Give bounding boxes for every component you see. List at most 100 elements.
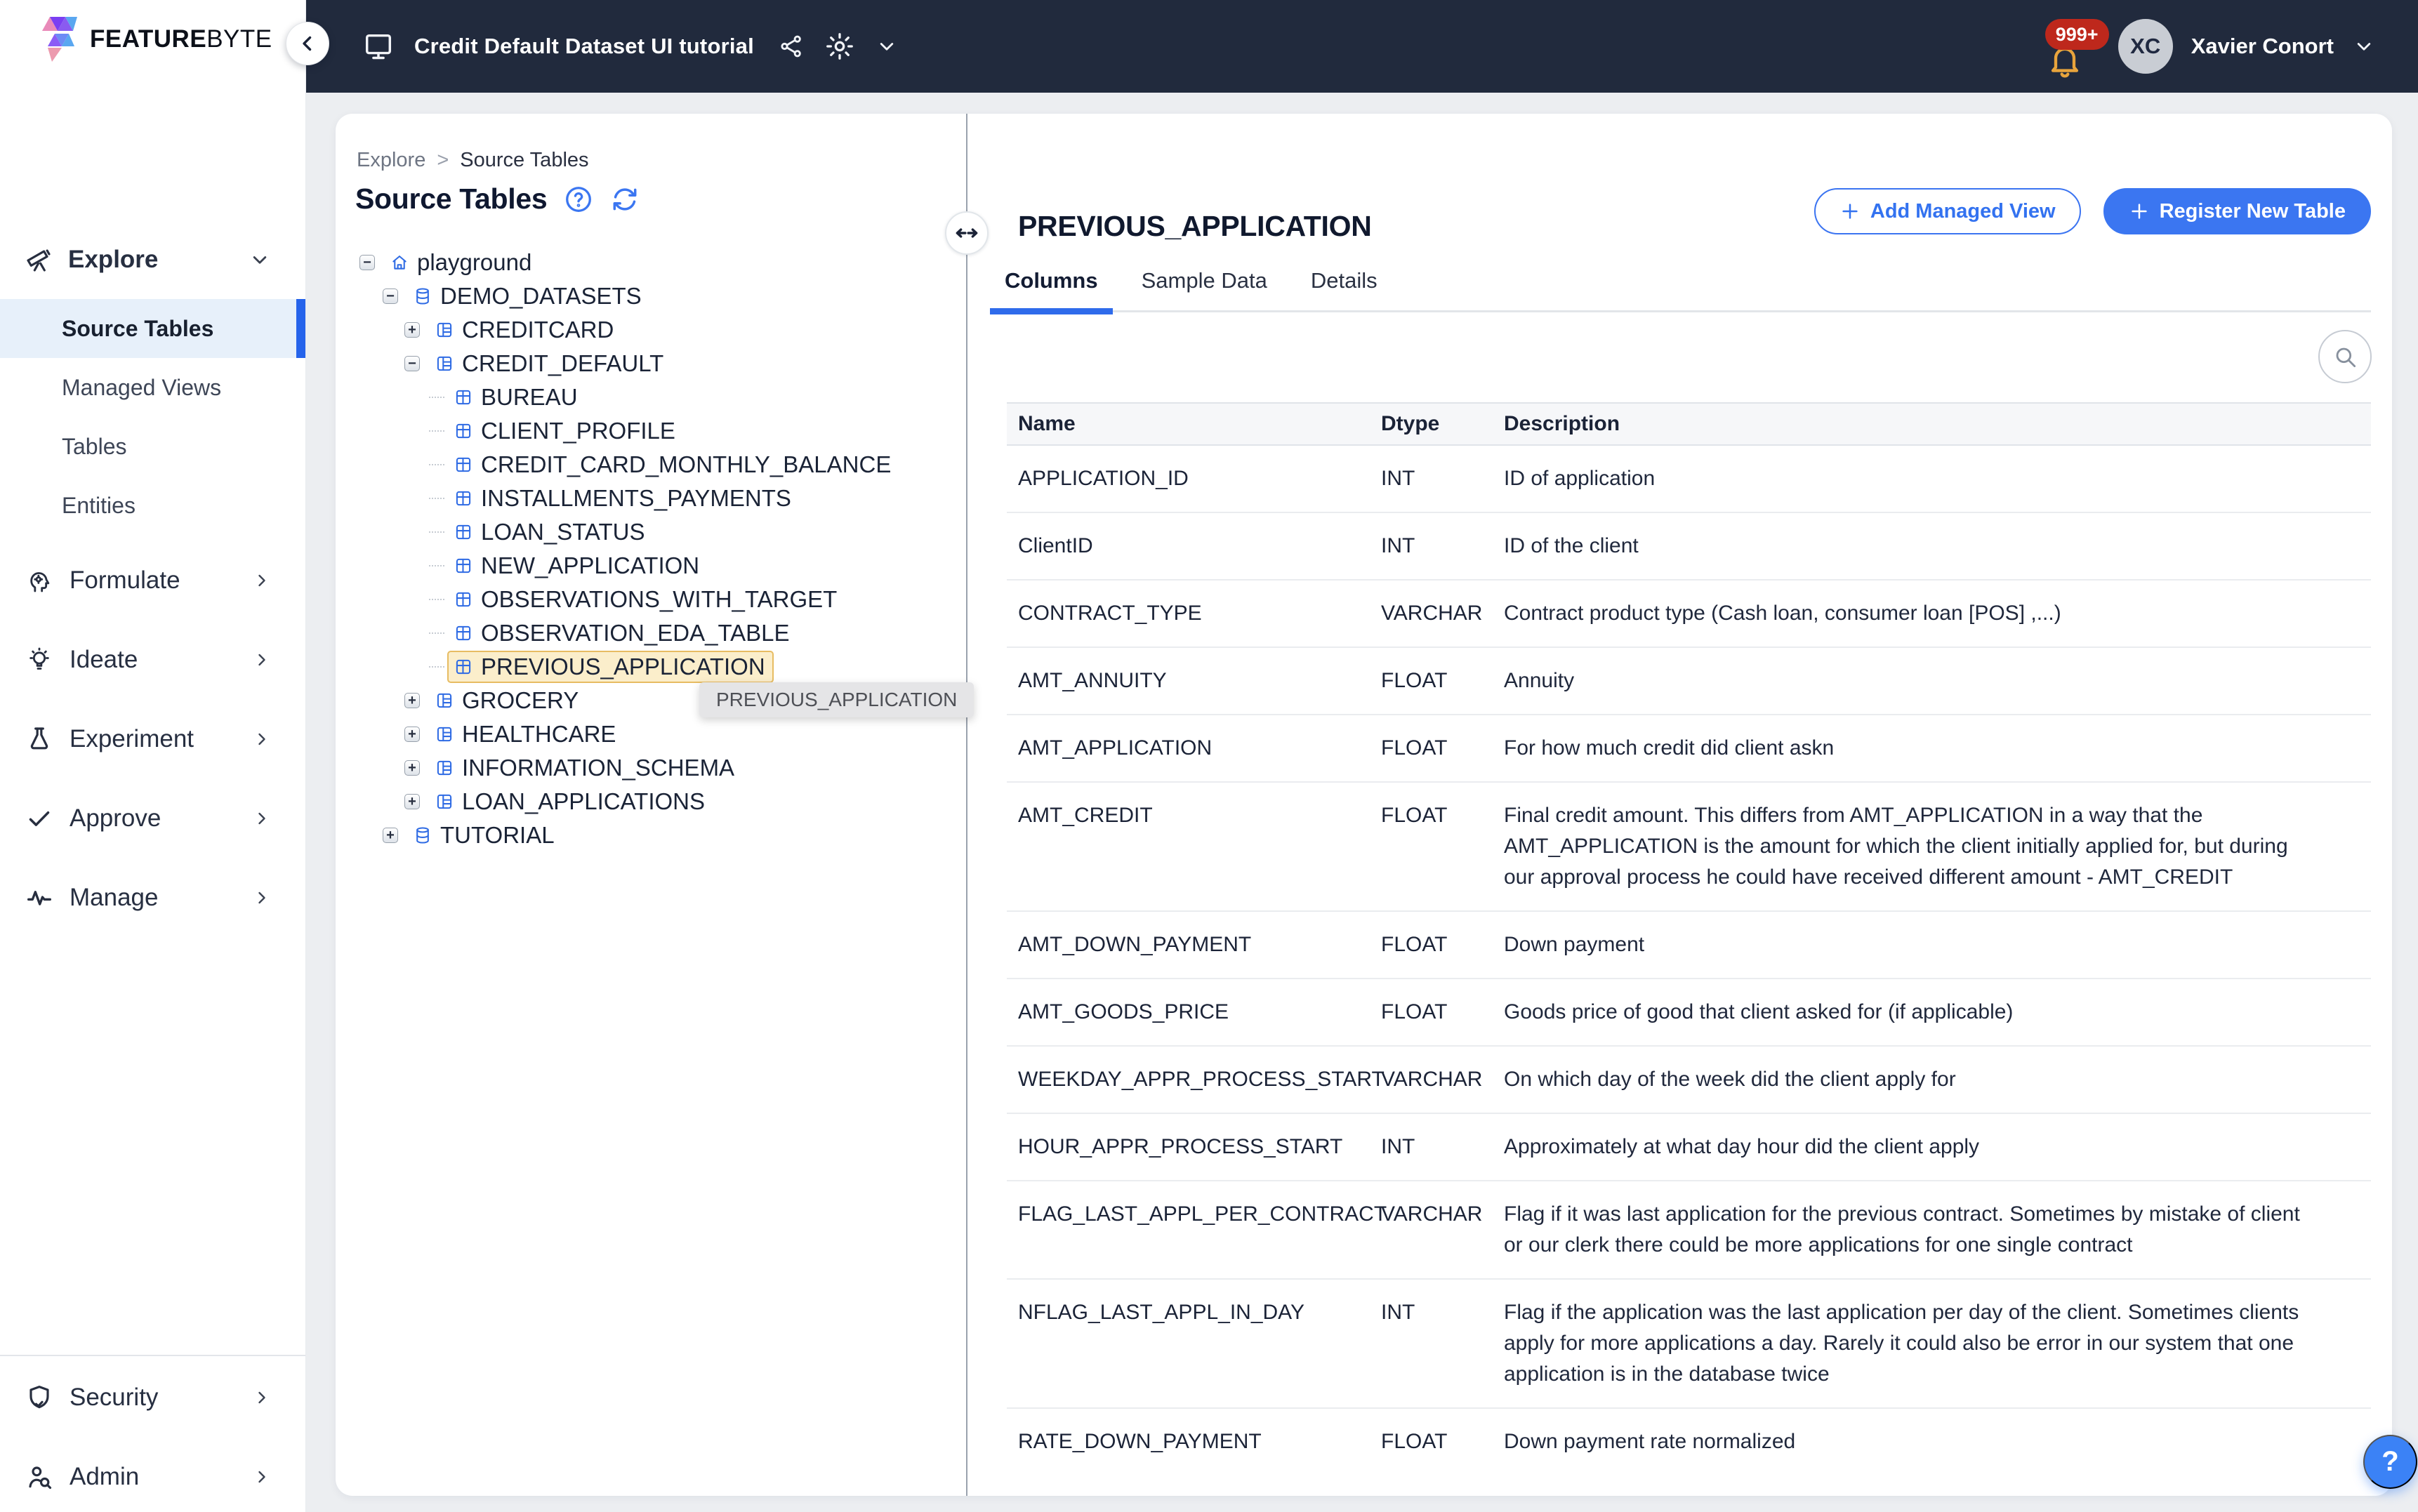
tree-node-creditcard[interactable]: + CREDITCARD bbox=[357, 313, 960, 347]
chevron-down-icon[interactable] bbox=[875, 34, 899, 58]
tab-sample-data[interactable]: Sample Data bbox=[1127, 264, 1282, 298]
tree-expander-plus[interactable]: + bbox=[404, 727, 420, 742]
tree-node-demo_datasets[interactable]: − DEMO_DATASETS bbox=[357, 279, 960, 313]
sidebar-item-source-tables[interactable]: Source Tables bbox=[0, 299, 305, 358]
refresh-icon[interactable] bbox=[610, 185, 640, 214]
cell-name: CONTRACT_TYPE bbox=[1018, 598, 1381, 629]
cell-dtype: INT bbox=[1381, 463, 1504, 494]
tree-node-new_application[interactable]: NEW_APPLICATION bbox=[357, 549, 960, 583]
cell-name: ClientID bbox=[1018, 531, 1381, 562]
sidebar-item-explore[interactable]: Explore bbox=[0, 236, 305, 284]
search-button[interactable] bbox=[2318, 330, 2372, 383]
tree-node-client_profile[interactable]: CLIENT_PROFILE bbox=[357, 414, 960, 448]
tree-node-previous_application[interactable]: PREVIOUS_APPLICATION bbox=[357, 650, 960, 684]
project-icon bbox=[390, 253, 409, 272]
cell-dtype: FLOAT bbox=[1381, 929, 1504, 960]
tree-node-credit_card_monthly_balance[interactable]: CREDIT_CARD_MONTHLY_BALANCE bbox=[357, 448, 960, 482]
table-row: AMT_ANNUITY FLOAT Annuity bbox=[1007, 648, 2371, 715]
avatar[interactable]: XC bbox=[2118, 19, 2173, 74]
tab-details[interactable]: Details bbox=[1296, 264, 1392, 298]
sidebar-item-formulate[interactable]: Formulate bbox=[0, 541, 305, 620]
sidebar-item-manage[interactable]: Manage bbox=[0, 858, 305, 937]
tree-node-information_schema[interactable]: + INFORMATION_SCHEMA bbox=[357, 751, 960, 785]
schema-icon bbox=[435, 354, 454, 373]
sidebar-item-approve[interactable]: Approve bbox=[0, 778, 305, 858]
tree-node-content: TUTORIAL bbox=[407, 819, 563, 851]
table-row: ClientID INT ID of the client bbox=[1007, 513, 2371, 581]
add-managed-view-button[interactable]: Add Managed View bbox=[1814, 188, 2081, 234]
tree-expander-plus[interactable]: + bbox=[404, 693, 420, 708]
notifications[interactable]: 999+ bbox=[2044, 15, 2100, 78]
breadcrumb-explore[interactable]: Explore bbox=[357, 149, 425, 172]
sidebar-item-managed-views[interactable]: Managed Views bbox=[0, 358, 305, 417]
tree-expander-plus[interactable]: + bbox=[404, 760, 420, 776]
table-row: WEEKDAY_APPR_PROCESS_START VARCHAR On wh… bbox=[1007, 1047, 2371, 1114]
register-new-table-button[interactable]: Register New Table bbox=[2103, 188, 2371, 234]
tree-node-bureau[interactable]: BUREAU bbox=[357, 380, 960, 414]
tree-node-observation_eda_table[interactable]: OBSERVATION_EDA_TABLE bbox=[357, 616, 960, 650]
panel-resize-handle[interactable] bbox=[945, 211, 989, 255]
user-menu-chevron-icon[interactable] bbox=[2352, 34, 2376, 58]
tree-node-content: INFORMATION_SCHEMA bbox=[428, 752, 743, 784]
sidebar-item-admin[interactable]: Admin bbox=[0, 1437, 305, 1512]
tree-node-label: PREVIOUS_APPLICATION bbox=[481, 654, 765, 680]
help-fab-button[interactable]: ? bbox=[2363, 1435, 2417, 1489]
breadcrumb-source-tables[interactable]: Source Tables bbox=[460, 149, 588, 172]
cell-description: Down payment bbox=[1504, 929, 2371, 960]
cell-name: AMT_APPLICATION bbox=[1018, 733, 1381, 764]
cell-description: Flag if it was last application for the … bbox=[1504, 1199, 2371, 1261]
cell-description: Flag if the application was the last app… bbox=[1504, 1297, 2371, 1390]
app-root: Credit Default Dataset UI tutorial 999+ … bbox=[0, 0, 2418, 1512]
sidebar-item-experiment[interactable]: Experiment bbox=[0, 699, 305, 778]
sidebar-item-ideate[interactable]: Ideate bbox=[0, 620, 305, 699]
sidebar-collapse-button[interactable] bbox=[286, 22, 329, 65]
database-icon bbox=[414, 287, 432, 305]
tree-connector bbox=[429, 531, 444, 533]
sidebar-item-tables[interactable]: Tables bbox=[0, 417, 305, 476]
help-circle-icon[interactable] bbox=[564, 185, 593, 214]
tree-node-loan_status[interactable]: LOAN_STATUS bbox=[357, 515, 960, 549]
tree-expander-plus[interactable]: + bbox=[404, 794, 420, 809]
tree-expander-plus[interactable]: + bbox=[404, 322, 420, 338]
tree-node-loan_applications[interactable]: + LOAN_APPLICATIONS bbox=[357, 785, 960, 818]
cell-name: AMT_GOODS_PRICE bbox=[1018, 997, 1381, 1028]
table-header-row: NameDtypeDescription bbox=[1007, 402, 2371, 446]
cell-description: For how much credit did client askn bbox=[1504, 733, 2371, 764]
tree-node-playground[interactable]: − playground bbox=[357, 246, 960, 279]
chevron-right-icon bbox=[252, 650, 272, 670]
user-name[interactable]: Xavier Conort bbox=[2191, 34, 2334, 59]
head-gear-icon bbox=[25, 566, 54, 595]
tree-node-tutorial[interactable]: + TUTORIAL bbox=[357, 818, 960, 852]
tree-panel-title: Source Tables bbox=[355, 183, 547, 215]
tree-node-content: CREDIT_DEFAULT bbox=[428, 347, 672, 380]
table-row: CONTRACT_TYPE VARCHAR Contract product t… bbox=[1007, 581, 2371, 648]
table-row: AMT_CREDIT FLOAT Final credit amount. Th… bbox=[1007, 783, 2371, 912]
table-icon bbox=[454, 658, 473, 676]
tree-expander-minus[interactable]: − bbox=[404, 356, 420, 371]
tab-columns[interactable]: Columns bbox=[990, 264, 1113, 298]
cell-dtype: FLOAT bbox=[1381, 665, 1504, 696]
cell-description: Approximately at what day hour did the c… bbox=[1504, 1132, 2371, 1162]
sidebar-item-entities[interactable]: Entities bbox=[0, 476, 305, 535]
monitor-icon bbox=[362, 30, 395, 62]
tree-node-installments_payments[interactable]: INSTALLMENTS_PAYMENTS bbox=[357, 482, 960, 515]
tree-node-healthcare[interactable]: + HEALTHCARE bbox=[357, 717, 960, 751]
gear-icon[interactable] bbox=[824, 31, 855, 62]
column-header-description: Description bbox=[1504, 412, 2371, 436]
column-header-name: Name bbox=[1018, 412, 1381, 436]
tree-expander-plus[interactable]: + bbox=[383, 828, 398, 843]
user-search-icon bbox=[25, 1462, 54, 1492]
tree-node-content: GROCERY bbox=[428, 684, 587, 717]
cell-name: AMT_ANNUITY bbox=[1018, 665, 1381, 696]
cell-name: HOUR_APPR_PROCESS_START bbox=[1018, 1132, 1381, 1162]
tree-node-credit_default[interactable]: − CREDIT_DEFAULT bbox=[357, 347, 960, 380]
cell-name: APPLICATION_ID bbox=[1018, 463, 1381, 494]
cell-dtype: FLOAT bbox=[1381, 733, 1504, 764]
sidebar-item-security[interactable]: Security bbox=[0, 1358, 305, 1437]
tree-expander-minus[interactable]: − bbox=[383, 289, 398, 304]
share-icon[interactable] bbox=[778, 33, 805, 60]
tree-node-observations_with_target[interactable]: OBSERVATIONS_WITH_TARGET bbox=[357, 583, 960, 616]
tree-node-content: OBSERVATION_EDA_TABLE bbox=[447, 617, 798, 649]
tree-expander-minus[interactable]: − bbox=[359, 255, 375, 270]
tab-label: Details bbox=[1311, 268, 1378, 293]
